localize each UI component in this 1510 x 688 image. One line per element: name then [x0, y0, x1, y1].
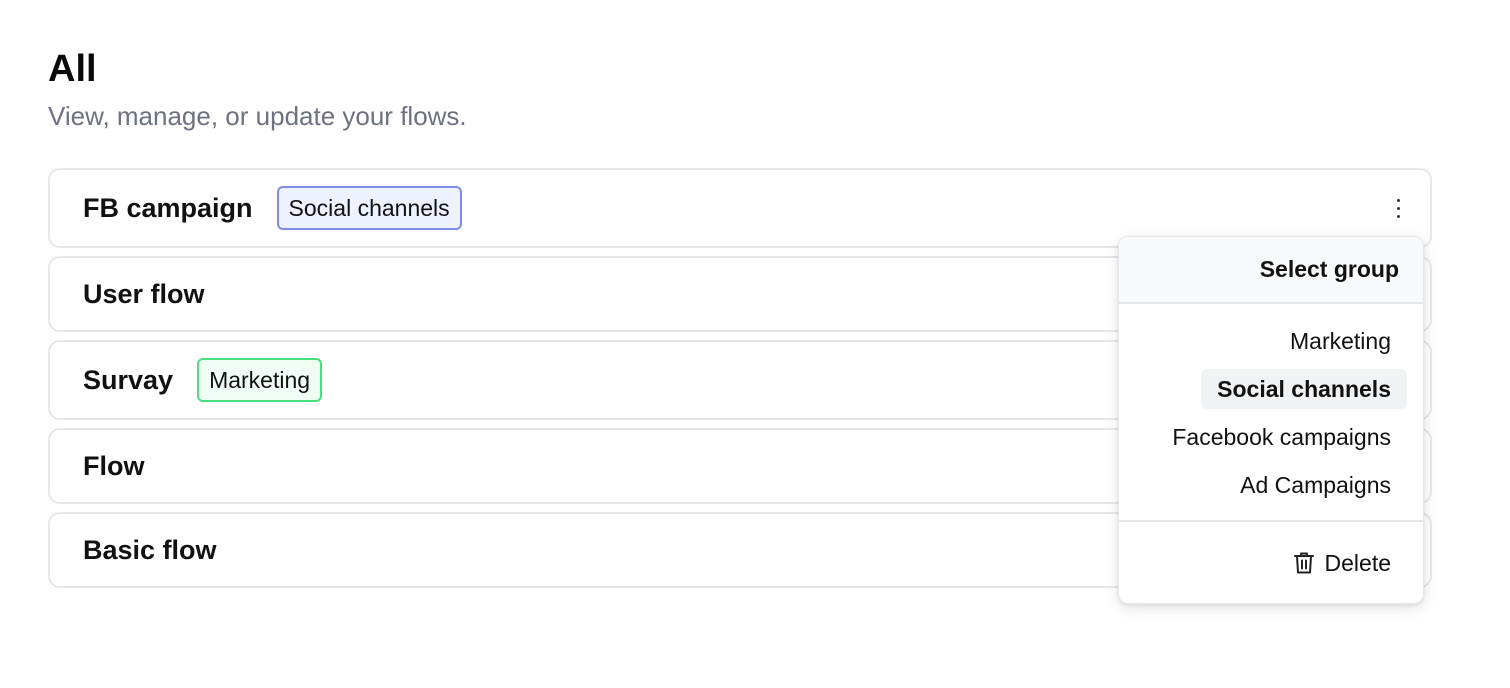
select-group-menu: Select group Marketing Social channels F… [1118, 236, 1424, 604]
more-options-icon[interactable] [1386, 188, 1410, 228]
flow-name: Basic flow [83, 534, 217, 565]
page-title: All [48, 48, 97, 90]
delete-button[interactable]: Delete [1293, 543, 1391, 583]
group-option-marketing[interactable]: Marketing [1119, 321, 1423, 361]
group-option-label: Social channels [1201, 369, 1407, 409]
delete-label: Delete [1324, 549, 1391, 576]
menu-divider [1119, 520, 1423, 522]
flows-page: All View, manage, or update your flows. … [0, 0, 1510, 688]
group-tag: Social channels [276, 186, 462, 230]
group-option-label: Facebook campaigns [1172, 423, 1391, 450]
flow-name: Flow [83, 450, 145, 481]
page-subtitle: View, manage, or update your flows. [48, 101, 467, 131]
menu-header: Select group [1119, 237, 1423, 304]
group-options: Marketing Social channels Facebook campa… [1119, 321, 1423, 513]
group-tag: Marketing [197, 358, 323, 402]
group-option-label: Marketing [1290, 327, 1391, 354]
group-option-label: Ad Campaigns [1240, 471, 1391, 498]
flow-name: Survay [83, 364, 174, 395]
flow-name: FB campaign [83, 192, 253, 223]
flow-name: User flow [83, 278, 205, 309]
group-option-social-channels[interactable]: Social channels [1119, 369, 1423, 409]
group-option-facebook-campaigns[interactable]: Facebook campaigns [1119, 417, 1423, 457]
group-option-ad-campaigns[interactable]: Ad Campaigns [1119, 465, 1423, 505]
trash-icon [1293, 552, 1314, 574]
